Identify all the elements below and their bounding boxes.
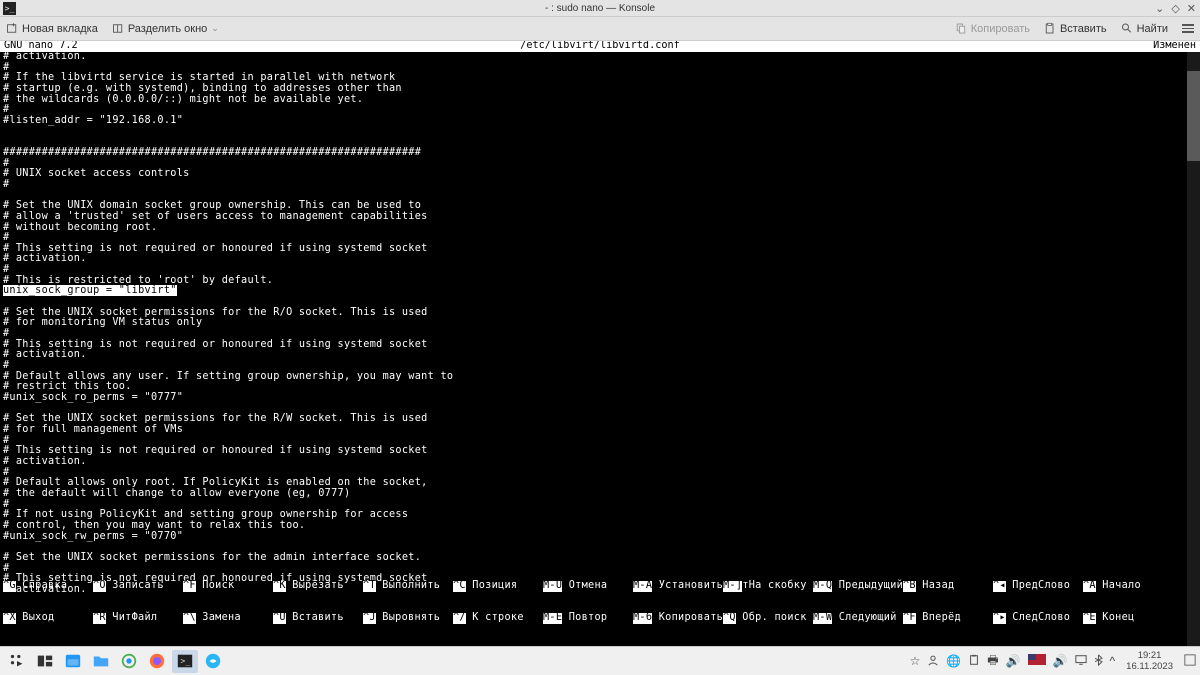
taskbar-app-1[interactable] xyxy=(60,650,86,673)
scrollbar-thumb[interactable] xyxy=(1187,71,1200,161)
window-title: - : sudo nano — Konsole xyxy=(545,3,655,14)
search-icon xyxy=(1121,23,1133,35)
konsole-toolbar: Новая вкладка Разделить окно ⌄ Копироват… xyxy=(0,17,1200,41)
tray-printer-icon[interactable]: 🖶 xyxy=(987,651,998,672)
clock-time: 19:21 xyxy=(1126,650,1173,661)
maximize-icon[interactable]: ◇ xyxy=(1171,2,1179,15)
shortcut-item: ^K Вырезать xyxy=(273,581,363,592)
tray-bluetooth-icon[interactable] xyxy=(1094,654,1103,669)
system-clock[interactable]: 19:21 16.11.2023 xyxy=(1122,650,1177,672)
shortcut-item: ^\ Замена xyxy=(183,613,273,624)
shortcut-item: ^U Вставить xyxy=(273,613,363,624)
window-titlebar: >_ - : sudo nano — Konsole ⌄ ◇ ✕ xyxy=(0,0,1200,17)
shortcut-item: ^C Позиция xyxy=(453,581,543,592)
app-icon: >_ xyxy=(3,2,16,15)
taskview-button[interactable] xyxy=(32,650,58,673)
system-taskbar: >_ ☆ 🌐 🖶 🔊 🔊 ^ 19:21 16.11.2023 xyxy=(0,646,1200,675)
paste-button[interactable]: Вставить xyxy=(1044,23,1107,35)
tray-globe-icon[interactable]: 🌐 xyxy=(946,654,961,668)
shortcut-item: M-E Повтор xyxy=(543,613,633,624)
tray-volume-icon-2[interactable]: 🔊 xyxy=(1053,654,1068,668)
firefox-button[interactable] xyxy=(144,650,170,673)
editor-highlighted-line: unix_sock_group = "libvirt" xyxy=(3,285,177,296)
shortcut-item: M-6 Копировать xyxy=(633,613,723,624)
tray-volume-icon-1[interactable]: 🔊 xyxy=(1006,654,1021,668)
shortcut-item: ^F Вперёд xyxy=(903,613,993,624)
editor-content[interactable]: # activation. # # If the libvirtd servic… xyxy=(0,52,1200,595)
nano-filename: /etc/libvirt/libvirtd.conf xyxy=(520,41,679,52)
shortcut-item: ^J Выровнять xyxy=(363,613,453,624)
find-label: Найти xyxy=(1137,23,1168,35)
svg-text:>_: >_ xyxy=(181,656,191,666)
paste-icon xyxy=(1044,23,1056,35)
menu-button[interactable] xyxy=(1182,24,1194,33)
shortcut-item: ^Q Обр. поиск xyxy=(723,613,813,624)
file-manager-button[interactable] xyxy=(88,650,114,673)
shortcut-item: ^O Записать xyxy=(93,581,183,592)
new-tab-label: Новая вкладка xyxy=(22,23,98,35)
new-tab-icon xyxy=(6,23,18,35)
shortcut-item: M-U Отмена xyxy=(543,581,633,592)
paste-label: Вставить xyxy=(1060,23,1107,35)
clock-date: 16.11.2023 xyxy=(1126,661,1173,672)
tray-clipboard-icon[interactable] xyxy=(968,654,980,669)
shortcut-item: ^A Начало xyxy=(1083,581,1173,592)
tray-display-icon[interactable] xyxy=(1075,654,1087,669)
new-tab-button[interactable]: Новая вкладка xyxy=(6,23,98,35)
shortcut-item: ^/ К строке xyxy=(453,613,543,624)
tray-expand-icon[interactable]: ^ xyxy=(1110,654,1116,668)
shortcut-item: ^E Конец xyxy=(1083,613,1173,624)
nano-shortcuts: ^G Справка^O Записать^F Поиск^K Вырезать… xyxy=(0,560,1200,646)
minimize-icon[interactable]: ⌄ xyxy=(1155,2,1164,15)
editor-text-post: # Set the UNIX socket permissions for th… xyxy=(3,307,453,595)
shortcut-item: M-] На скобку xyxy=(723,581,813,592)
close-icon[interactable]: ✕ xyxy=(1187,2,1196,15)
nano-modified-status: Изменён xyxy=(1153,41,1196,52)
taskbar-app-3[interactable] xyxy=(116,650,142,673)
terminal-area[interactable]: GNU nano 7.2 /etc/libvirt/libvirtd.conf … xyxy=(0,41,1200,646)
show-desktop-button[interactable] xyxy=(1184,654,1196,669)
tray-lang-flag-us[interactable] xyxy=(1028,654,1046,668)
copy-label: Копировать xyxy=(971,23,1030,35)
tray-user-icon[interactable] xyxy=(927,654,939,669)
shortcut-item: ^X Выход xyxy=(3,613,93,624)
split-window-button[interactable]: Разделить окно ⌄ xyxy=(112,23,219,35)
start-menu-button[interactable] xyxy=(4,650,30,673)
copy-icon xyxy=(955,23,967,35)
shortcut-item: M-W Следующий xyxy=(813,613,903,624)
shortcut-item: ^◂ ПредСлово xyxy=(993,581,1083,592)
copy-button[interactable]: Копировать xyxy=(955,23,1030,35)
shortcut-item: ^R ЧитФайл xyxy=(93,613,183,624)
taskbar-app-5[interactable] xyxy=(200,650,226,673)
shortcut-item: ^G Справка xyxy=(3,581,93,592)
shortcut-item: ^▸ СледСлово xyxy=(993,613,1083,624)
split-icon xyxy=(112,23,124,35)
split-label: Разделить окно xyxy=(128,23,207,35)
nano-header: GNU nano 7.2 /etc/libvirt/libvirtd.conf … xyxy=(0,41,1200,52)
shortcut-item: M-A Установить мет xyxy=(633,581,723,592)
tray-notification-icon[interactable]: ☆ xyxy=(910,654,921,668)
shortcut-item: ^T Выполнить xyxy=(363,581,453,592)
editor-text-pre: # activation. # # If the libvirtd servic… xyxy=(3,51,428,286)
shortcut-item: M-Q Предыдущий xyxy=(813,581,903,592)
chevron-down-icon: ⌄ xyxy=(211,23,219,34)
shortcut-item: ^F Поиск xyxy=(183,581,273,592)
find-button[interactable]: Найти xyxy=(1121,23,1168,35)
konsole-button[interactable]: >_ xyxy=(172,650,198,673)
shortcut-item: ^B Назад xyxy=(903,581,993,592)
